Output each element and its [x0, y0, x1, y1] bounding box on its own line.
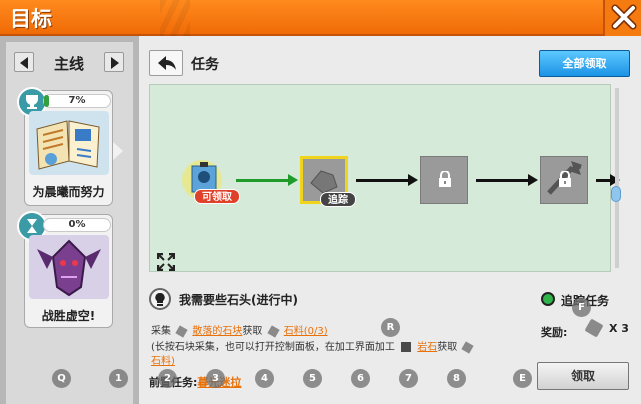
bulb-icon-wrap: [149, 288, 171, 310]
hotkey-2: 2: [158, 369, 177, 388]
title-bar: 目标: [0, 0, 641, 36]
close-button[interactable]: [603, 0, 641, 36]
quest-hint-tail: 石料): [151, 352, 175, 367]
scrollbar-thumb[interactable]: [611, 186, 621, 202]
hotkey-3: 3: [206, 369, 225, 388]
selected-pointer: [113, 142, 123, 160]
quest-hint: (长按石块采集，也可以打开控制面板，在加工界面加工 岩石获取: [151, 338, 475, 354]
progress-text: 0%: [68, 219, 86, 230]
chapter-name: 为晨曦而努力: [32, 185, 105, 199]
window-title: 目标: [10, 7, 52, 31]
back-button[interactable]: [149, 50, 183, 76]
scattered-stone-icon: [175, 324, 188, 338]
quest-node-locked[interactable]: [540, 156, 588, 204]
progress-arrow: [476, 174, 538, 186]
progress-arrow: [236, 174, 298, 186]
lightbulb-icon: [155, 292, 165, 306]
reward-stone-icon: [584, 318, 604, 338]
claimable-tag: 可领取: [194, 189, 240, 204]
void-boss-illustration: [29, 235, 109, 299]
back-arrow-icon: [158, 56, 176, 70]
chapter-name: 战胜虚空!: [41, 309, 96, 323]
next-chapter-button[interactable]: [104, 52, 124, 72]
book-illustration: [29, 111, 109, 175]
hotkey-f: F: [572, 298, 591, 317]
item-link-stone-material[interactable]: 石料): [151, 356, 175, 367]
quest-panel: 任务 全部领取 可领取 追踪 我需要些石头(进行中) 采集 散落的石块获取 石料…: [139, 36, 641, 404]
arrow-left-icon: [20, 57, 28, 69]
hotkey-r: R: [381, 318, 400, 337]
reward-quantity: X 3: [609, 322, 629, 335]
scrollbar-track[interactable]: [615, 88, 619, 268]
track-toggle[interactable]: [541, 292, 555, 306]
quest-node-locked[interactable]: [420, 156, 468, 204]
objective-mid: 获取: [242, 326, 263, 337]
objective-prefix: 采集: [151, 326, 171, 337]
hotkey-q: Q: [52, 369, 71, 388]
hotkey-e: E: [513, 369, 532, 388]
trophy-icon: [26, 95, 38, 109]
expand-icon[interactable]: [157, 253, 175, 271]
hotkey-5: 5: [303, 369, 322, 388]
tracking-tag: 追踪: [320, 192, 356, 207]
lock-icon: [559, 171, 571, 187]
prev-chapter-button[interactable]: [14, 52, 34, 72]
progress-text: 7%: [68, 95, 86, 106]
quest-name: 我需要些石头(进行中): [179, 293, 298, 307]
section-title: 任务: [191, 57, 219, 73]
hourglass-icon: [27, 219, 37, 233]
stone-material-icon: [266, 324, 280, 338]
quest-objective: 采集 散落的石块获取 石料(0/3): [151, 322, 328, 338]
item-link-rock[interactable]: 岩石: [417, 342, 437, 353]
chapter-nav: 主线: [14, 52, 124, 73]
hotkey-8: 8: [447, 369, 466, 388]
rock-icon: [401, 342, 412, 352]
quest-tree: 可领取 追踪: [149, 84, 620, 272]
hotkey-4: 4: [255, 369, 274, 388]
title-decoration: [160, 0, 190, 36]
hotkey-6: 6: [351, 369, 370, 388]
claim-button[interactable]: 领取: [537, 362, 629, 390]
quest-node-tracking[interactable]: 追踪: [300, 156, 356, 207]
claim-all-button[interactable]: 全部领取: [539, 50, 630, 77]
lock-icon: [439, 171, 451, 187]
chapter-card-2[interactable]: 0% 战胜虚空!: [17, 211, 113, 328]
chapter-card-1[interactable]: 7% 为晨曦而努力: [17, 87, 113, 206]
hotkey-1: 1: [109, 369, 128, 388]
hint-mid: 获取: [437, 342, 458, 353]
close-icon: [611, 4, 637, 30]
hotkey-7: 7: [399, 369, 418, 388]
reward-label: 奖励:: [541, 326, 568, 339]
chapter-label: 主线: [53, 55, 84, 73]
quest-node-claimable[interactable]: 可领取: [182, 156, 240, 204]
item-link-scattered-stone[interactable]: 散落的石块: [192, 326, 242, 337]
hint-prefix: (长按石块采集，也可以打开控制面板，在加工界面加工: [151, 342, 395, 353]
progress-bar: 0%: [43, 218, 111, 232]
arrow-right-icon: [111, 57, 119, 69]
progress-bar: 7%: [43, 94, 111, 108]
item-link-stone-material[interactable]: 石料(0/3): [284, 326, 328, 337]
stone-material-icon: [461, 340, 475, 354]
progress-arrow: [356, 174, 418, 186]
progress-arrow-partial: [596, 174, 620, 186]
